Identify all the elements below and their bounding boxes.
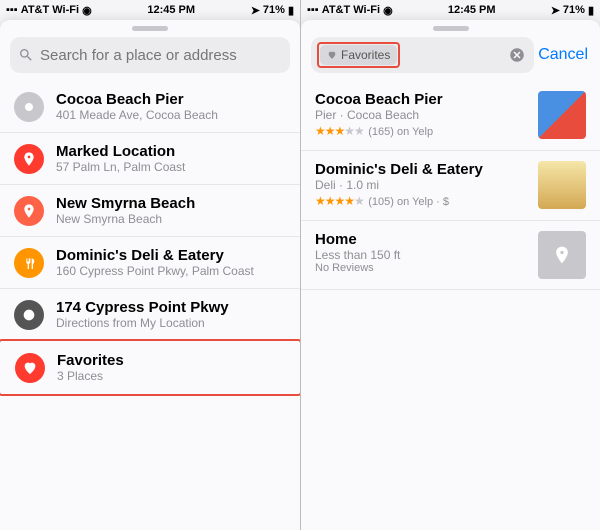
status-bar: ▪▪▪AT&T Wi-Fi◉ 12:45 PM ➤71%▮ <box>301 0 600 20</box>
wifi-icon: ◉ <box>82 4 92 17</box>
result-sub: Less than 150 ft <box>315 248 528 262</box>
result-sub: Deli · 1.0 mi <box>315 178 528 192</box>
drawer-grabber[interactable] <box>132 26 168 31</box>
result-title: Dominic's Deli & Eatery <box>315 161 528 178</box>
item-title: Favorites <box>57 352 285 369</box>
item-sub: 160 Cypress Point Pkwy, Palm Coast <box>56 264 286 278</box>
battery-icon: ▮ <box>588 4 594 17</box>
item-title: 174 Cypress Point Pkwy <box>56 299 286 316</box>
maps-drawer: Cocoa Beach Pier401 Meade Ave, Cocoa Bea… <box>0 20 300 530</box>
pin-icon <box>14 196 44 226</box>
item-title: New Smyrna Beach <box>56 195 286 212</box>
battery-icon: ▮ <box>288 4 294 17</box>
favorites-results: Cocoa Beach Pier Pier · Cocoa Beach ★★★★… <box>301 81 600 290</box>
battery-pct: 71% <box>263 4 285 16</box>
item-title: Dominic's Deli & Eatery <box>56 247 286 264</box>
annotation-highlight: Favorites <box>317 42 400 68</box>
search-field[interactable] <box>10 37 290 73</box>
result-thumbnail <box>538 91 586 139</box>
result-sub: Pier · Cocoa Beach <box>315 108 528 122</box>
screen-left: ▪▪▪AT&T Wi-Fi◉ 12:45 PM ➤71%▮ Cocoa Beac… <box>0 0 300 530</box>
search-input[interactable] <box>40 47 282 64</box>
list-item[interactable]: Cocoa Beach Pier401 Meade Ave, Cocoa Bea… <box>0 81 300 133</box>
favorites-item[interactable]: Favorites3 Places <box>1 342 299 393</box>
result-title: Home <box>315 231 528 248</box>
location-icon: ➤ <box>251 4 260 17</box>
item-sub: Directions from My Location <box>56 316 286 330</box>
item-title: Marked Location <box>56 143 286 160</box>
status-bar: ▪▪▪AT&T Wi-Fi◉ 12:45 PM ➤71%▮ <box>0 0 300 20</box>
result-thumbnail <box>538 161 586 209</box>
list-item[interactable]: New Smyrna BeachNew Smyrna Beach <box>0 185 300 237</box>
annotation-highlight: Favorites3 Places <box>0 339 300 396</box>
result-title: Cocoa Beach Pier <box>315 91 528 108</box>
recent-icon <box>14 92 44 122</box>
result-item[interactable]: Home Less than 150 ft No Reviews <box>301 221 600 290</box>
clock: 12:45 PM <box>147 4 195 16</box>
heart-icon <box>15 353 45 383</box>
heart-icon <box>327 50 337 60</box>
item-title: Cocoa Beach Pier <box>56 91 286 108</box>
drawer-grabber[interactable] <box>433 26 469 31</box>
favorites-chip[interactable]: Favorites <box>320 45 397 65</box>
wifi-icon: ◉ <box>383 4 393 17</box>
review-count: (165) on Yelp <box>368 126 433 138</box>
chip-label: Favorites <box>341 48 390 62</box>
star-rating: ★★★★★ <box>315 194 364 208</box>
review-count: No Reviews <box>315 262 528 274</box>
star-rating: ★★★★★ <box>315 124 364 138</box>
home-icon <box>538 231 586 279</box>
clock: 12:45 PM <box>448 4 496 16</box>
food-icon <box>14 248 44 278</box>
list-item[interactable]: Dominic's Deli & Eatery160 Cypress Point… <box>0 237 300 289</box>
maps-drawer: Favorites Cancel Cocoa Beach Pier Pier ·… <box>301 20 600 530</box>
list-item[interactable]: 174 Cypress Point PkwyDirections from My… <box>0 289 300 341</box>
item-sub: New Smyrna Beach <box>56 212 286 226</box>
screen-right: ▪▪▪AT&T Wi-Fi◉ 12:45 PM ➤71%▮ Favorites … <box>300 0 600 530</box>
pin-icon <box>14 144 44 174</box>
signal-icon: ▪▪▪ <box>6 4 18 16</box>
carrier: AT&T Wi-Fi <box>322 4 380 16</box>
result-item[interactable]: Dominic's Deli & Eatery Deli · 1.0 mi ★★… <box>301 151 600 221</box>
review-count: (105) on Yelp · $ <box>368 196 449 208</box>
search-icon <box>18 47 34 63</box>
clear-icon[interactable] <box>508 46 526 64</box>
result-item[interactable]: Cocoa Beach Pier Pier · Cocoa Beach ★★★★… <box>301 81 600 151</box>
location-icon: ➤ <box>551 4 560 17</box>
directions-icon <box>14 300 44 330</box>
cancel-button[interactable]: Cancel <box>538 46 588 64</box>
suggestions-list: Cocoa Beach Pier401 Meade Ave, Cocoa Bea… <box>0 81 300 396</box>
item-sub: 401 Meade Ave, Cocoa Beach <box>56 108 286 122</box>
search-field[interactable]: Favorites <box>311 37 534 73</box>
carrier: AT&T Wi-Fi <box>21 4 79 16</box>
signal-icon: ▪▪▪ <box>307 4 319 16</box>
list-item[interactable]: Marked Location57 Palm Ln, Palm Coast <box>0 133 300 185</box>
item-sub: 3 Places <box>57 369 285 383</box>
item-sub: 57 Palm Ln, Palm Coast <box>56 160 286 174</box>
battery-pct: 71% <box>563 4 585 16</box>
